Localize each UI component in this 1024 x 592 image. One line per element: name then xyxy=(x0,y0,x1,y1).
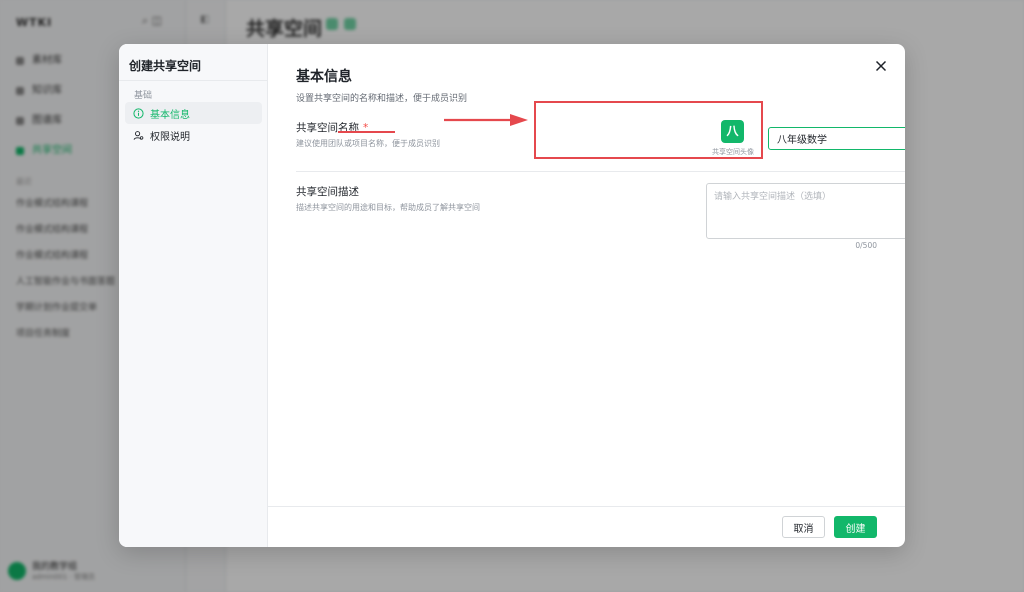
sidebar-item-label: 权限说明 xyxy=(150,131,190,143)
dialog-title: 创建共享空间 xyxy=(129,59,202,73)
annotation-underline xyxy=(338,131,395,133)
desc-field-label: 共享空间描述 xyxy=(296,186,359,198)
section-title: 基本信息 xyxy=(296,69,352,85)
space-description-input[interactable] xyxy=(706,183,905,239)
field-divider xyxy=(296,171,905,172)
sidebar-item-permissions[interactable]: 权限说明 xyxy=(125,124,262,146)
sidebar-group-label: 基础 xyxy=(134,91,153,101)
annotation-arrow-icon xyxy=(444,114,528,126)
create-button[interactable]: 创建 xyxy=(834,516,877,538)
space-name-input[interactable] xyxy=(768,127,905,150)
close-icon[interactable] xyxy=(873,58,889,74)
annotation-highlight-box xyxy=(534,101,763,159)
footer-divider xyxy=(268,506,905,507)
sidebar-item-basic-info[interactable]: 基本信息 xyxy=(125,102,262,124)
name-field-hint: 建议使用团队或项目名称，便于成员识别 xyxy=(296,139,440,148)
info-circle-icon xyxy=(133,107,144,119)
dialog-sidebar: 创建共享空间 基础 基本信息 权限说明 xyxy=(119,44,268,547)
sidebar-item-label: 基本信息 xyxy=(150,109,190,121)
desc-field-hint: 描述共享空间的用途和目标，帮助成员了解共享空间 xyxy=(296,203,480,212)
user-permission-icon xyxy=(133,130,144,140)
sidebar-divider xyxy=(119,80,268,81)
char-counter: 0/500 xyxy=(855,241,877,250)
cancel-button[interactable]: 取消 xyxy=(782,516,825,538)
section-subtitle: 设置共享空间的名称和描述，便于成员识别 xyxy=(296,94,468,104)
